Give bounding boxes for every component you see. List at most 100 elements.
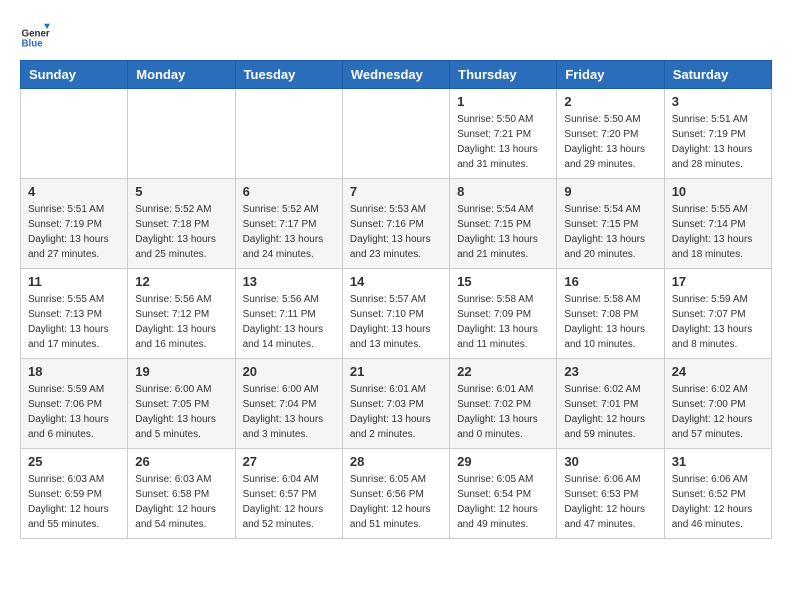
calendar-cell: 24 Sunrise: 6:02 AMSunset: 7:00 PMDayligh… [664, 359, 771, 449]
day-number: 29 [457, 454, 549, 469]
day-number: 11 [28, 274, 120, 289]
calendar-cell: 5 Sunrise: 5:52 AMSunset: 7:18 PMDaylight… [128, 179, 235, 269]
calendar-cell: 2 Sunrise: 5:50 AMSunset: 7:20 PMDaylight… [557, 89, 664, 179]
day-number: 14 [350, 274, 442, 289]
calendar-cell [342, 89, 449, 179]
day-info: Sunrise: 6:00 AMSunset: 7:04 PMDaylight:… [243, 382, 335, 442]
day-info: Sunrise: 5:54 AMSunset: 7:15 PMDaylight:… [457, 202, 549, 262]
day-number: 23 [564, 364, 656, 379]
day-info: Sunrise: 5:55 AMSunset: 7:13 PMDaylight:… [28, 292, 120, 352]
calendar-cell: 27 Sunrise: 6:04 AMSunset: 6:57 PMDayligh… [235, 449, 342, 539]
calendar-cell: 15Sunrise: 5:58 AMSunset: 7:09 PMDayligh… [450, 269, 557, 359]
header-tuesday: Tuesday [235, 61, 342, 89]
day-number: 28 [350, 454, 442, 469]
calendar-cell: 17Sunrise: 5:59 AMSunset: 7:07 PMDayligh… [664, 269, 771, 359]
day-info: Sunrise: 5:52 AMSunset: 7:17 PMDaylight:… [243, 202, 335, 262]
calendar-body: 1 Sunrise: 5:50 AMSunset: 7:21 PMDaylight… [21, 89, 772, 539]
calendar-cell: 25 Sunrise: 6:03 AMSunset: 6:59 PMDayligh… [21, 449, 128, 539]
calendar-cell: 30 Sunrise: 6:06 AMSunset: 6:53 PMDayligh… [557, 449, 664, 539]
day-number: 9 [564, 184, 656, 199]
day-number: 18 [28, 364, 120, 379]
header-sunday: Sunday [21, 61, 128, 89]
calendar-cell: 14 Sunrise: 5:57 AMSunset: 7:10 PMDayligh… [342, 269, 449, 359]
calendar-cell [235, 89, 342, 179]
day-info: Sunrise: 5:54 AMSunset: 7:15 PMDaylight:… [564, 202, 656, 262]
calendar-cell: 29 Sunrise: 6:05 AMSunset: 6:54 PMDayligh… [450, 449, 557, 539]
day-info: Sunrise: 6:03 AMSunset: 6:58 PMDaylight:… [135, 472, 227, 532]
day-number: 13 [243, 274, 335, 289]
day-info: Sunrise: 6:02 AMSunset: 7:00 PMDaylight:… [672, 382, 764, 442]
header-monday: Monday [128, 61, 235, 89]
calendar-cell [21, 89, 128, 179]
week-row-0: 1 Sunrise: 5:50 AMSunset: 7:21 PMDaylight… [21, 89, 772, 179]
header-friday: Friday [557, 61, 664, 89]
day-info: Sunrise: 6:01 AMSunset: 7:03 PMDaylight:… [350, 382, 442, 442]
day-info: Sunrise: 5:51 AMSunset: 7:19 PMDaylight:… [28, 202, 120, 262]
day-info: Sunrise: 6:04 AMSunset: 6:57 PMDaylight:… [243, 472, 335, 532]
day-number: 6 [243, 184, 335, 199]
day-number: 15 [457, 274, 549, 289]
day-number: 1 [457, 94, 549, 109]
calendar-cell: 28 Sunrise: 6:05 AMSunset: 6:56 PMDayligh… [342, 449, 449, 539]
day-number: 30 [564, 454, 656, 469]
header-wednesday: Wednesday [342, 61, 449, 89]
day-info: Sunrise: 6:06 AMSunset: 6:52 PMDaylight:… [672, 472, 764, 532]
day-info: Sunrise: 6:05 AMSunset: 6:54 PMDaylight:… [457, 472, 549, 532]
day-number: 24 [672, 364, 764, 379]
day-info: Sunrise: 5:50 AMSunset: 7:20 PMDaylight:… [564, 112, 656, 172]
day-number: 21 [350, 364, 442, 379]
calendar-cell: 23 Sunrise: 6:02 AMSunset: 7:01 PMDayligh… [557, 359, 664, 449]
day-info: Sunrise: 6:03 AMSunset: 6:59 PMDaylight:… [28, 472, 120, 532]
day-info: Sunrise: 6:05 AMSunset: 6:56 PMDaylight:… [350, 472, 442, 532]
calendar-cell: 13 Sunrise: 5:56 AMSunset: 7:11 PMDayligh… [235, 269, 342, 359]
calendar-cell: 10Sunrise: 5:55 AMSunset: 7:14 PMDayligh… [664, 179, 771, 269]
day-info: Sunrise: 5:56 AMSunset: 7:11 PMDaylight:… [243, 292, 335, 352]
day-info: Sunrise: 6:00 AMSunset: 7:05 PMDaylight:… [135, 382, 227, 442]
calendar-cell: 19 Sunrise: 6:00 AMSunset: 7:05 PMDayligh… [128, 359, 235, 449]
week-row-2: 11 Sunrise: 5:55 AMSunset: 7:13 PMDayligh… [21, 269, 772, 359]
calendar-cell: 21 Sunrise: 6:01 AMSunset: 7:03 PMDayligh… [342, 359, 449, 449]
header-saturday: Saturday [664, 61, 771, 89]
day-number: 5 [135, 184, 227, 199]
day-info: Sunrise: 5:56 AMSunset: 7:12 PMDaylight:… [135, 292, 227, 352]
week-row-4: 25 Sunrise: 6:03 AMSunset: 6:59 PMDayligh… [21, 449, 772, 539]
week-row-1: 4 Sunrise: 5:51 AMSunset: 7:19 PMDaylight… [21, 179, 772, 269]
day-info: Sunrise: 5:53 AMSunset: 7:16 PMDaylight:… [350, 202, 442, 262]
svg-text:Blue: Blue [22, 38, 44, 49]
day-info: Sunrise: 6:01 AMSunset: 7:02 PMDaylight:… [457, 382, 549, 442]
calendar-cell: 18 Sunrise: 5:59 AMSunset: 7:06 PMDayligh… [21, 359, 128, 449]
day-number: 2 [564, 94, 656, 109]
calendar-cell: 7Sunrise: 5:53 AMSunset: 7:16 PMDaylight… [342, 179, 449, 269]
day-number: 26 [135, 454, 227, 469]
day-info: Sunrise: 5:58 AMSunset: 7:08 PMDaylight:… [564, 292, 656, 352]
day-info: Sunrise: 5:55 AMSunset: 7:14 PMDaylight:… [672, 202, 764, 262]
calendar-cell: 1 Sunrise: 5:50 AMSunset: 7:21 PMDaylight… [450, 89, 557, 179]
calendar-table: SundayMondayTuesdayWednesdayThursdayFrid… [20, 60, 772, 539]
calendar-cell: 9 Sunrise: 5:54 AMSunset: 7:15 PMDaylight… [557, 179, 664, 269]
day-number: 8 [457, 184, 549, 199]
calendar-cell: 3Sunrise: 5:51 AMSunset: 7:19 PMDaylight… [664, 89, 771, 179]
calendar-cell: 26 Sunrise: 6:03 AMSunset: 6:58 PMDayligh… [128, 449, 235, 539]
day-number: 22 [457, 364, 549, 379]
calendar-cell: 31 Sunrise: 6:06 AMSunset: 6:52 PMDayligh… [664, 449, 771, 539]
calendar-cell: 11 Sunrise: 5:55 AMSunset: 7:13 PMDayligh… [21, 269, 128, 359]
day-number: 31 [672, 454, 764, 469]
day-info: Sunrise: 5:59 AMSunset: 7:07 PMDaylight:… [672, 292, 764, 352]
day-number: 20 [243, 364, 335, 379]
day-number: 4 [28, 184, 120, 199]
day-number: 19 [135, 364, 227, 379]
day-info: Sunrise: 5:57 AMSunset: 7:10 PMDaylight:… [350, 292, 442, 352]
calendar-cell: 12Sunrise: 5:56 AMSunset: 7:12 PMDayligh… [128, 269, 235, 359]
day-number: 27 [243, 454, 335, 469]
day-info: Sunrise: 5:52 AMSunset: 7:18 PMDaylight:… [135, 202, 227, 262]
day-info: Sunrise: 5:50 AMSunset: 7:21 PMDaylight:… [457, 112, 549, 172]
day-info: Sunrise: 6:06 AMSunset: 6:53 PMDaylight:… [564, 472, 656, 532]
calendar-header-row: SundayMondayTuesdayWednesdayThursdayFrid… [21, 61, 772, 89]
day-info: Sunrise: 5:51 AMSunset: 7:19 PMDaylight:… [672, 112, 764, 172]
day-info: Sunrise: 5:59 AMSunset: 7:06 PMDaylight:… [28, 382, 120, 442]
day-number: 25 [28, 454, 120, 469]
day-info: Sunrise: 6:02 AMSunset: 7:01 PMDaylight:… [564, 382, 656, 442]
week-row-3: 18 Sunrise: 5:59 AMSunset: 7:06 PMDayligh… [21, 359, 772, 449]
page-header: General Blue [20, 20, 772, 50]
calendar-cell: 16Sunrise: 5:58 AMSunset: 7:08 PMDayligh… [557, 269, 664, 359]
